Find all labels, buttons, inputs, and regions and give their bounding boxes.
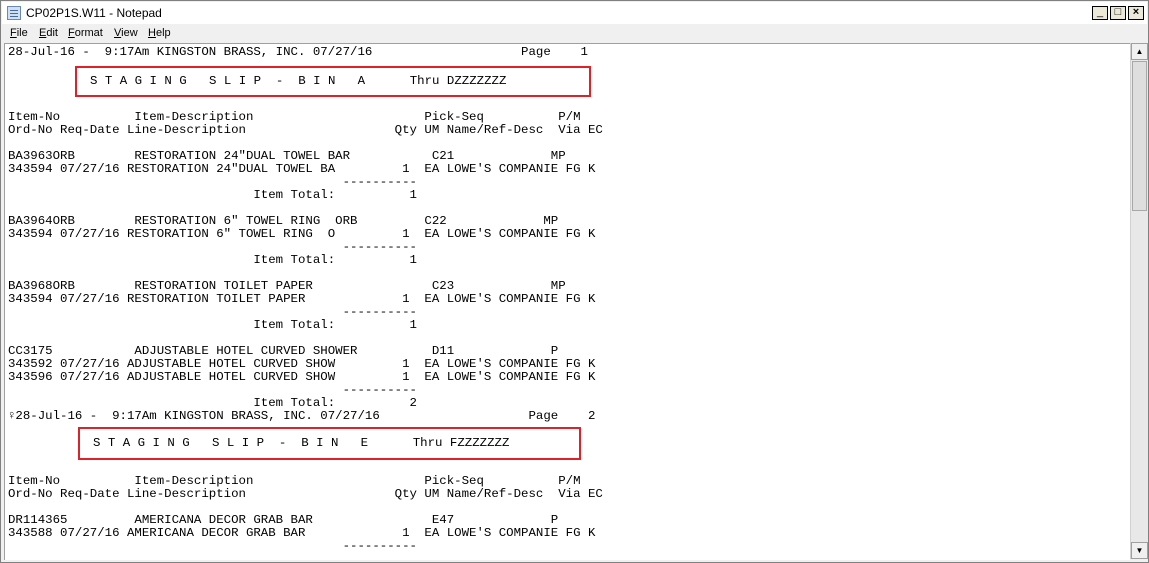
- staging-slip-text: S T A G I N G S L I P - B I N A Thru DZZ…: [90, 74, 507, 88]
- title-bar[interactable]: CP02P1S.W11 - Notepad _ □ ×: [2, 2, 1147, 24]
- menu-format-accesskey: F: [68, 27, 75, 39]
- notepad-window: CP02P1S.W11 - Notepad _ □ × File Edit Form…: [0, 0, 1149, 563]
- menu-edit-label: dit: [46, 27, 58, 39]
- maximize-button[interactable]: □: [1110, 6, 1126, 20]
- menu-help-label: elp: [155, 27, 171, 39]
- staging-slip-highlight: S T A G I N G S L I P - B I N A Thru DZZ…: [75, 66, 591, 97]
- text-editor-area[interactable]: 28-Jul-16 - 9:17Am KINGSTON BRASS, INC. …: [4, 43, 1130, 560]
- scroll-thumb[interactable]: [1132, 61, 1147, 211]
- text-line: Ord-No Req-Date Line-Description Qty UM …: [8, 487, 603, 501]
- menu-help-accesskey: H: [148, 27, 156, 39]
- menu-edit[interactable]: Edit: [39, 27, 58, 39]
- menu-view-label: iew: [121, 27, 138, 39]
- vertical-scrollbar[interactable]: ▲ ▼: [1130, 43, 1148, 559]
- menu-help[interactable]: Help: [148, 27, 171, 39]
- close-button[interactable]: ×: [1128, 6, 1144, 20]
- text-line: Ord-No Req-Date Line-Description Qty UM …: [8, 123, 603, 137]
- window-title: CP02P1S.W11 - Notepad: [26, 6, 162, 20]
- staging-slip-highlight: S T A G I N G S L I P - B I N E Thru FZZ…: [78, 427, 581, 460]
- menu-file[interactable]: File: [10, 27, 28, 39]
- menu-file-label: ile: [16, 27, 28, 39]
- menu-view[interactable]: View: [114, 27, 138, 39]
- scroll-down-button[interactable]: ▼: [1131, 542, 1148, 559]
- staging-slip-text: S T A G I N G S L I P - B I N E Thru FZZ…: [93, 436, 510, 450]
- minimize-button[interactable]: _: [1092, 6, 1108, 20]
- menu-format[interactable]: Format: [68, 27, 103, 39]
- text-line: Item Total: 1: [8, 318, 417, 332]
- text-line: 28-Jul-16 - 9:17Am KINGSTON BRASS, INC. …: [8, 45, 588, 59]
- text-line: Item Total: 1: [8, 253, 417, 267]
- menu-format-label: ormat: [74, 27, 103, 39]
- text-line: ----------: [8, 539, 417, 553]
- scroll-up-button[interactable]: ▲: [1131, 43, 1148, 60]
- text-line: Item Total: 1: [8, 188, 417, 202]
- menu-file-accesskey: F: [10, 27, 17, 39]
- text-line: ♀28-Jul-16 - 9:17Am KINGSTON BRASS, INC.…: [8, 409, 596, 423]
- menu-bar: File Edit Format View Help: [2, 24, 1147, 43]
- notepad-icon: [7, 6, 21, 20]
